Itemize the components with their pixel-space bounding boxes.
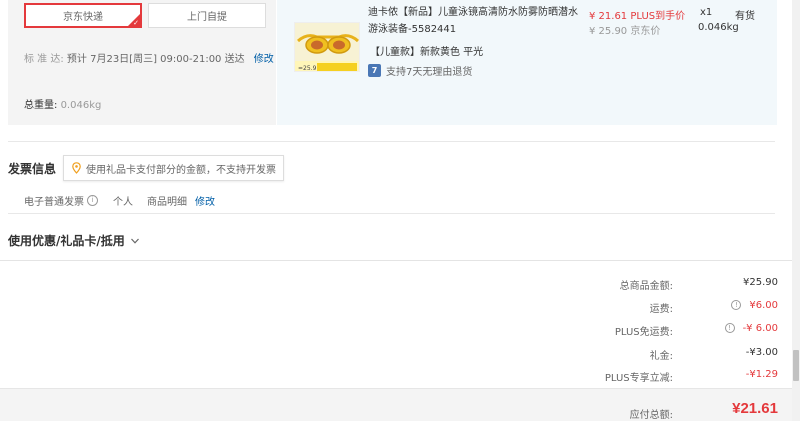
swim-goggles-image: =25.9: [295, 23, 359, 72]
delivery-estimate-row: 标 准 达: 预计 7月23日[周三] 09:00-21:00 送达 修改: [24, 50, 274, 65]
return-policy-row: 7 支持7天无理由退货: [368, 63, 472, 78]
freight-value-row: ! ¥6.00: [731, 300, 778, 311]
product-quantity: x1: [700, 7, 713, 18]
invoice-type: 电子普通发票: [24, 197, 84, 208]
shipping-option-pickup-label: 上门自提: [187, 12, 227, 23]
chevron-down-icon: [130, 238, 139, 244]
gift-money-value: -¥3.00: [745, 347, 778, 358]
section-divider: [0, 260, 800, 261]
jd-price: ¥ 25.90 京东价: [589, 26, 661, 37]
freight-label: 运费:: [649, 304, 673, 315]
total-weight-label: 总重量:: [24, 100, 58, 111]
gift-money-label: 礼金:: [649, 351, 673, 362]
delivery-value: 预计 7月23日[周三] 09:00-21:00 送达: [66, 54, 245, 65]
goods-total-label: 总商品金额:: [619, 281, 673, 292]
shipping-option-jd-express[interactable]: 京东快递 ✓: [24, 3, 142, 28]
product-spec: 【儿童款】新款黄色 平光: [370, 47, 484, 58]
payable-total-bar: [0, 388, 800, 421]
product-title[interactable]: 迪卡侬【新品】儿童泳镜高清防水防雾防晒潜水游泳装备-5582441: [368, 4, 578, 38]
freight-value: ¥6.00: [749, 300, 778, 311]
plus-price: ¥ 21.61 PLUS到手价: [589, 11, 686, 22]
product-thumbnail[interactable]: =25.9: [294, 22, 360, 72]
invoice-details-row: 电子普通发票 i 个人 商品明细 修改: [24, 193, 215, 208]
info-icon[interactable]: !: [731, 300, 742, 310]
invoice-holder: 个人: [113, 197, 133, 208]
shipping-option-jd-label: 京东快递: [63, 12, 103, 23]
plus-discount-value: -¥1.29: [745, 369, 778, 380]
payable-total-label: 应付总额:: [629, 410, 673, 421]
shipping-option-pickup[interactable]: 上门自提: [148, 3, 266, 28]
plus-free-shipping-label: PLUS免运费:: [614, 327, 673, 338]
plus-free-shipping-value-row: ! -¥ 6.00: [724, 323, 778, 334]
section-divider: [8, 141, 775, 142]
delivery-label: 标 准 达:: [24, 54, 64, 65]
info-icon[interactable]: !: [724, 323, 735, 333]
invoice-edit-link[interactable]: 修改: [195, 193, 215, 208]
coupon-section-toggle[interactable]: 使用优惠/礼品卡/抵用: [8, 232, 140, 249]
return-policy-text: 支持7天无理由退货: [386, 67, 473, 78]
payable-total-value: ¥21.61: [732, 400, 778, 417]
scrollbar-thumb[interactable]: [793, 350, 799, 381]
invoice-section-title: 发票信息: [8, 162, 57, 176]
total-weight-value: 0.046kg: [60, 100, 102, 111]
info-icon[interactable]: i: [87, 195, 98, 206]
invoice-tooltip: 使用礼品卡支付部分的金额，不支持开发票: [63, 155, 284, 181]
stock-status: 有货: [735, 11, 755, 22]
thumb-price-caption: =25.9: [298, 65, 317, 72]
delivery-edit-link[interactable]: 修改: [254, 54, 274, 65]
check-icon: ✓: [133, 19, 139, 27]
product-weight: 0.046kg: [698, 22, 739, 33]
coupon-section-title: 使用优惠/礼品卡/抵用: [8, 234, 125, 248]
return-policy-icon: 7: [368, 64, 381, 77]
invoice-tooltip-text: 使用礼品卡支付部分的金额，不支持开发票: [86, 164, 276, 176]
invoice-content: 商品明细: [147, 197, 187, 208]
section-divider: [8, 213, 775, 214]
location-pin-icon: [72, 162, 81, 174]
goods-total-value: ¥25.90: [743, 277, 778, 288]
plus-discount-label: PLUS专享立减:: [604, 373, 673, 384]
total-weight-row: 总重量: 0.046kg: [24, 96, 101, 111]
plus-free-shipping-value: -¥ 6.00: [742, 323, 778, 334]
